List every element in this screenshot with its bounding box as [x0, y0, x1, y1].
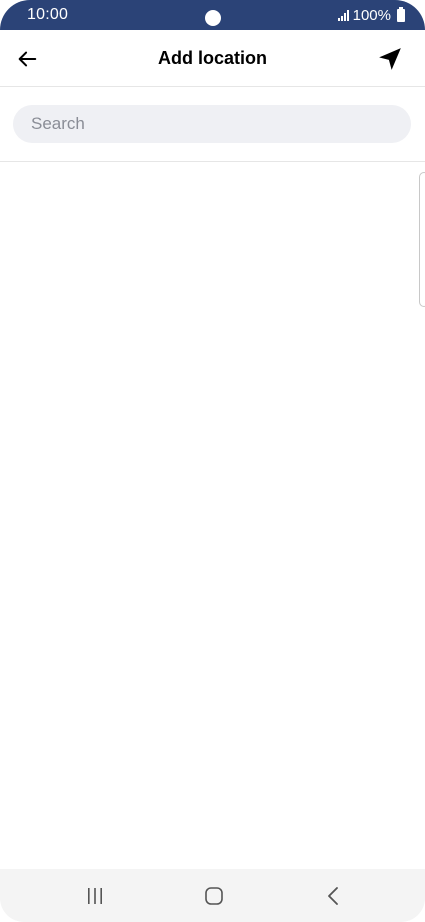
page-title: Add location — [158, 47, 267, 68]
arrow-left-icon — [18, 51, 37, 67]
home-button[interactable] — [194, 882, 234, 910]
back-button[interactable] — [12, 44, 42, 74]
battery-icon — [397, 6, 405, 22]
camera-cutout — [205, 10, 221, 26]
current-location-button[interactable] — [375, 44, 405, 74]
search-input[interactable] — [13, 105, 411, 143]
search-area — [0, 87, 425, 162]
chevron-left-icon — [328, 887, 338, 905]
results-list — [0, 162, 425, 869]
system-back-button[interactable] — [313, 882, 353, 910]
app-header: Add location — [0, 30, 425, 87]
system-nav-bar — [0, 869, 425, 922]
status-time: 10:00 — [27, 6, 69, 23]
location-arrow-icon — [379, 48, 401, 70]
signal-icon — [337, 9, 349, 21]
status-indicators: 100% — [337, 6, 405, 24]
battery-percent: 100% — [352, 6, 391, 24]
home-icon — [205, 887, 223, 905]
status-bar: 10:00 100% — [0, 0, 425, 30]
scrollbar-handle[interactable] — [419, 172, 425, 307]
recents-button[interactable] — [75, 882, 115, 910]
recents-icon — [88, 888, 102, 904]
